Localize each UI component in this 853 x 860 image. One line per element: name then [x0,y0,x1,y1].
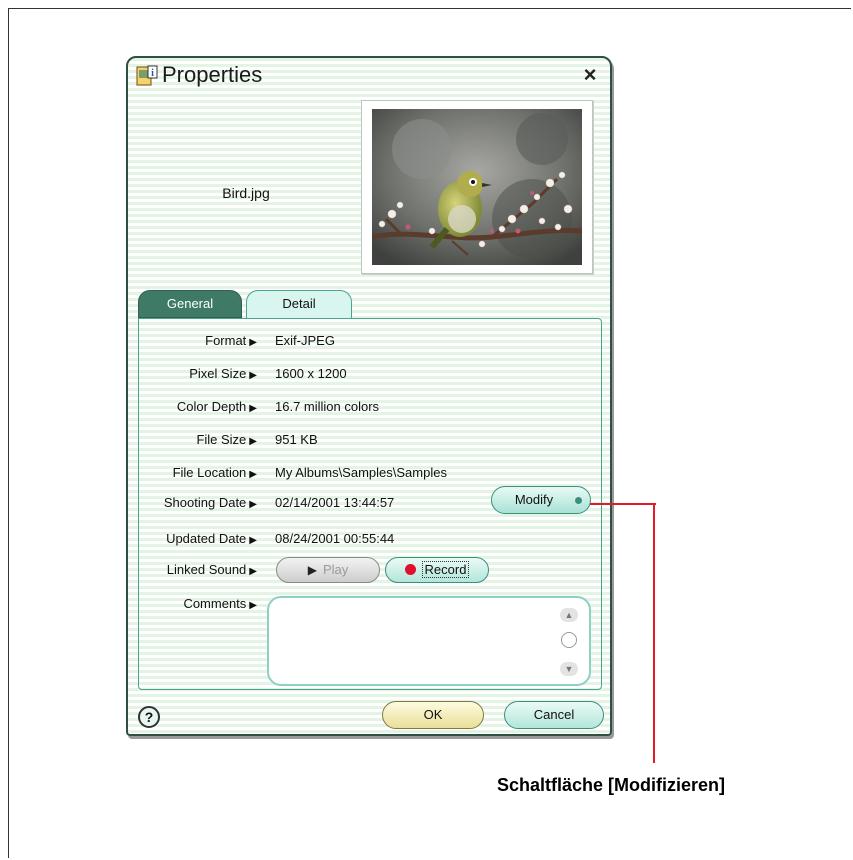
tab-general[interactable]: General [138,290,242,318]
file-location-label: File Location ▶ [172,465,257,480]
linked-sound-label: Linked Sound ▶ [166,562,257,577]
chevron-up-icon[interactable]: ▲ [560,608,578,622]
record-button-label: Record [421,561,470,578]
button-dot-icon [575,497,582,504]
title-bar[interactable]: i Properties × [128,58,610,92]
record-dot-icon [404,564,416,575]
updated-date-value: 08/24/2001 00:55:44 [275,531,395,546]
thumbnail-frame [361,100,593,274]
properties-dialog: i Properties × Bird.jpg General Detail F… [126,56,612,736]
color-depth-label: Color Depth ▶ [176,399,257,414]
close-icon[interactable]: × [578,63,602,87]
play-button-label: Play [322,562,349,577]
callout-line-vertical [653,503,655,763]
dialog-title: Properties [162,62,263,87]
shooting-date-value: 02/14/2001 13:44:57 [275,495,395,510]
svg-text:i: i [151,68,154,79]
pixel-size-value: 1600 x 1200 [275,366,347,381]
modify-button-label: Modify [514,492,554,507]
file-size-label: File Size ▶ [196,432,257,447]
callout-caption: Schaltfläche [Modifizieren] [497,775,726,795]
record-button[interactable]: Record [385,557,489,583]
tab-detail[interactable]: Detail [246,290,352,318]
cancel-button[interactable]: Cancel [504,701,604,729]
ok-button[interactable]: OK [382,701,484,729]
modify-button[interactable]: Modify [491,486,591,514]
file-name: Bird.jpg [222,185,270,201]
scroll-thumb[interactable] [561,632,577,648]
file-size-value: 951 KB [275,432,318,447]
chevron-down-icon[interactable]: ▼ [560,662,578,676]
play-button[interactable]: ▶ Play [276,557,380,583]
bird-photo [372,109,582,265]
format-value: Exif-JPEG [275,333,335,348]
pixel-size-label: Pixel Size ▶ [189,366,257,381]
format-label: Format ▶ [205,333,257,348]
file-location-value: My Albums\Samples\Samples [275,465,447,480]
comments-scrollbar[interactable]: ▲ ▼ [559,608,579,676]
updated-date-label: Updated Date ▶ [166,531,257,546]
help-icon[interactable]: ? [138,706,160,728]
comments-field[interactable]: ▲ ▼ [267,596,591,686]
shooting-date-label: Shooting Date ▶ [163,495,257,510]
color-depth-value: 16.7 million colors [275,399,380,414]
properties-icon: i [136,65,158,86]
comments-label: Comments ▶ [183,596,257,611]
general-panel: Format ▶ Exif-JPEG Pixel Size ▶ 1600 x 120… [138,318,602,690]
play-icon: ▶ [307,563,317,577]
callout-line-horizontal [590,503,656,505]
